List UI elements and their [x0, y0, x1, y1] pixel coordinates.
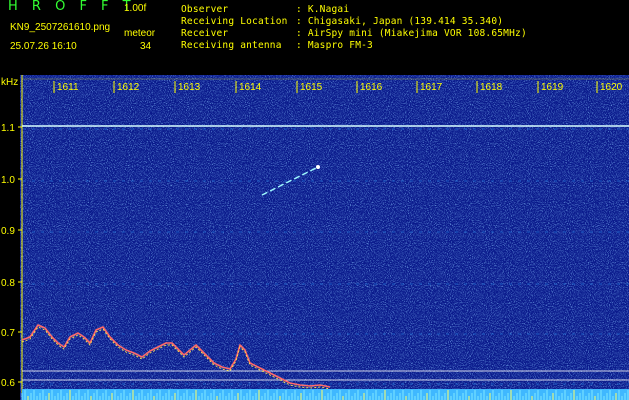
spectrogram: kHz 1611 1612 1613 1614 1615 1616 1617 1618 1619 1… [1, 75, 629, 400]
file-name: KN9_2507261610.png [10, 22, 111, 33]
noise-texture [20, 75, 629, 400]
spectrogram-panel: kHz 1611 1612 1613 1614 1615 1616 1617 1618 1619 1… [0, 75, 629, 400]
location-label: Receiving Location [181, 16, 288, 27]
antenna-label: Receiving antenna [181, 40, 282, 51]
location-value: : Chigasaki, Japan (139.414 35.340) [296, 16, 504, 27]
y-tick-label: 0.8 [1, 278, 15, 289]
x-tick-label: 1619 [541, 82, 564, 93]
x-tick-label: 1614 [239, 82, 262, 93]
meteor-count: 34 [140, 41, 152, 52]
y-tick-label: 0.7 [1, 328, 15, 339]
header-panel: H R O F F T 1.00f KN9_2507261610.png met… [0, 0, 629, 75]
meteor-label: meteor [124, 28, 156, 39]
observer-label: Observer [181, 4, 229, 15]
meteor-head [316, 165, 320, 169]
y-tick-label: 1.1 [1, 123, 15, 134]
y-tick-label: 1.0 [1, 175, 15, 186]
date-time: 25.07.26 16:10 [10, 41, 77, 52]
antenna-value: : Maspro FM-3 [296, 40, 373, 51]
y-tick-label: 0.6 [1, 378, 15, 389]
x-tick-label: 1613 [178, 82, 201, 93]
app-version: 1.00f [124, 3, 147, 14]
x-tick-label: 1615 [300, 82, 323, 93]
y-tick-label: 0.9 [1, 226, 15, 237]
x-tick-label: 1618 [480, 82, 503, 93]
receiver-value: : AirSpy mini (Miakejima VOR 108.65MHz) [296, 28, 527, 39]
x-tick-label: 1616 [360, 82, 383, 93]
observer-value: : K.Nagai [296, 4, 350, 15]
x-tick-label: 1612 [117, 82, 140, 93]
x-tick-label: 1611 [57, 82, 79, 93]
x-tick-label: 1617 [420, 82, 443, 93]
receiver-label: Receiver [181, 28, 229, 39]
app-brand: H R O F F T [8, 0, 136, 14]
x-tick-label: 1620 [600, 82, 623, 93]
y-axis-label: kHz [1, 77, 18, 88]
